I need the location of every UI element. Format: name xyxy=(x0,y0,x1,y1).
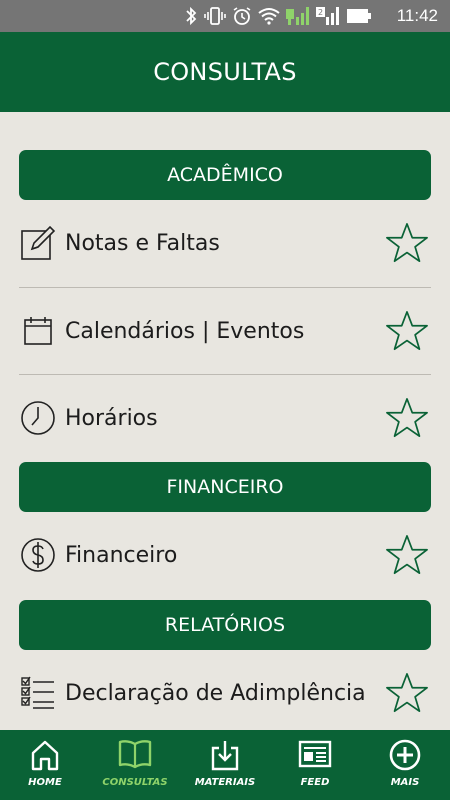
news-icon xyxy=(298,740,332,768)
bottom-nav: HOME CONSULTAS MATERIAIS FEED MAIS xyxy=(0,730,450,800)
download-icon xyxy=(211,741,239,771)
svg-text:2: 2 xyxy=(318,8,323,17)
page-title: CONSULTAS xyxy=(153,58,297,86)
section-title: FINANCEIRO xyxy=(166,476,284,498)
favorite-star-icon[interactable] xyxy=(384,671,430,715)
favorite-star-icon[interactable] xyxy=(384,221,430,265)
status-icons: 2 xyxy=(184,5,372,27)
list-item-label: Financeiro xyxy=(65,542,178,568)
nav-item-home[interactable]: HOME xyxy=(0,730,90,800)
edit-icon xyxy=(21,225,56,260)
nav-label: MATERIAIS xyxy=(194,777,256,788)
section-title: ACADÊMICO xyxy=(167,164,283,186)
section-header-relatorios: RELATÓRIOS xyxy=(19,600,431,650)
dollar-icon xyxy=(21,538,55,572)
nav-item-consultas[interactable]: CONSULTAS xyxy=(90,730,180,800)
section-header-academico: ACADÊMICO xyxy=(19,150,431,200)
checklist-icon xyxy=(21,676,54,709)
favorite-star-icon[interactable] xyxy=(384,533,430,577)
nav-item-materiais[interactable]: MATERIAIS xyxy=(180,730,270,800)
favorite-star-icon[interactable] xyxy=(384,396,430,440)
list-item-declaracao-adimplencia[interactable]: Declaração de Adimplência xyxy=(0,650,450,730)
book-icon xyxy=(118,740,152,769)
list-item-label: Notas e Faltas xyxy=(65,230,220,256)
alarm-icon xyxy=(233,7,251,25)
nav-label: CONSULTAS xyxy=(102,777,168,788)
status-time: 11:42 xyxy=(396,6,438,25)
section-title: RELATÓRIOS xyxy=(164,614,286,636)
list-item-horarios[interactable]: Horários xyxy=(0,375,450,461)
list-item-label: Declaração de Adimplência xyxy=(65,680,366,706)
nav-label: HOME xyxy=(28,777,62,788)
signal-icon xyxy=(286,7,309,25)
list-item-notas-faltas[interactable]: Notas e Faltas xyxy=(0,200,450,286)
section-header-financeiro: FINANCEIRO xyxy=(19,462,431,512)
list-item-financeiro[interactable]: Financeiro xyxy=(0,512,450,598)
list-item-label: Calendários | Eventos xyxy=(65,318,305,344)
signal-2-icon: 2 xyxy=(316,7,339,25)
list-item-label: Horários xyxy=(65,405,158,431)
plus-circle-icon xyxy=(389,739,421,771)
nav-item-feed[interactable]: FEED xyxy=(270,730,360,800)
consultas-list[interactable]: ACADÊMICO Notas e Faltas Calendários | E… xyxy=(0,112,450,730)
nav-label: MAIS xyxy=(390,777,420,788)
wifi-icon xyxy=(258,8,280,25)
calendar-icon xyxy=(24,317,52,345)
clock-icon xyxy=(21,401,55,435)
home-icon xyxy=(31,740,59,771)
battery-icon xyxy=(347,9,371,23)
app-bar: CONSULTAS xyxy=(0,32,450,112)
favorite-star-icon[interactable] xyxy=(384,309,430,353)
status-bar: 2 11:42 xyxy=(0,0,450,32)
list-item-calendarios-eventos[interactable]: Calendários | Eventos xyxy=(0,288,450,374)
bluetooth-icon xyxy=(186,6,197,26)
nav-item-mais[interactable]: MAIS xyxy=(360,730,450,800)
vibrate-icon xyxy=(204,7,226,25)
nav-label: FEED xyxy=(300,777,330,788)
